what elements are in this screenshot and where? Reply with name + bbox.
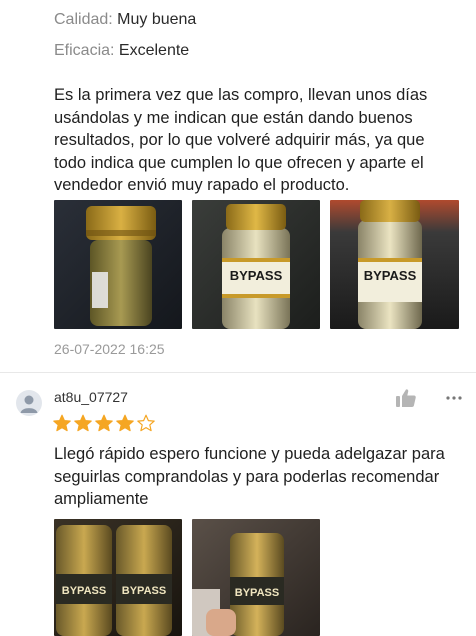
bottle-photo-5: BYPASS — [192, 519, 320, 636]
star-rating — [53, 414, 155, 434]
review-timestamp: 26-07-2022 16:25 — [54, 341, 165, 357]
quality-attribute: Calidad: Muy buena — [54, 11, 196, 29]
bottle-label: BYPASS — [122, 585, 166, 597]
bottle-photo-4: BYPASS BYPASS — [54, 519, 182, 636]
bottle-label: BYPASS — [364, 268, 417, 283]
user-avatar-icon[interactable] — [16, 390, 42, 416]
more-options-icon[interactable] — [444, 388, 464, 408]
bottle-label: BYPASS — [230, 268, 283, 283]
star-filled-icon — [95, 414, 113, 432]
quality-label: Calidad: — [54, 11, 113, 28]
quality-value: Muy buena — [117, 11, 197, 28]
bottle-photo-1 — [54, 200, 182, 329]
star-filled-icon — [116, 414, 134, 432]
bottle-label: BYPASS — [62, 585, 106, 597]
review-photo[interactable]: BYPASS BYPASS — [54, 519, 182, 636]
reviewer-username[interactable]: at8u_07727 — [54, 389, 128, 405]
efficacy-label: Eficacia: — [54, 42, 115, 59]
review-photo[interactable]: BYPASS — [192, 519, 320, 636]
review-photo[interactable]: BYPASS — [192, 200, 320, 329]
efficacy-attribute: Eficacia: Excelente — [54, 42, 189, 60]
bottle-photo-2: BYPASS — [192, 200, 320, 329]
review-text: Es la primera vez que las compro, llevan… — [54, 86, 428, 194]
bottle-label: BYPASS — [235, 587, 279, 599]
thumbs-up-icon[interactable] — [395, 388, 417, 408]
review-photo[interactable]: BYPASS — [330, 200, 459, 329]
bottle-photo-3: BYPASS — [330, 200, 459, 329]
efficacy-value: Excelente — [118, 42, 190, 59]
review-photo[interactable] — [54, 200, 182, 329]
review-divider — [0, 372, 476, 373]
review-text: Llegó rápido espero funcione y pueda ade… — [54, 445, 445, 508]
star-outline-icon — [137, 414, 155, 432]
star-filled-icon — [53, 414, 71, 432]
star-filled-icon — [74, 414, 92, 432]
